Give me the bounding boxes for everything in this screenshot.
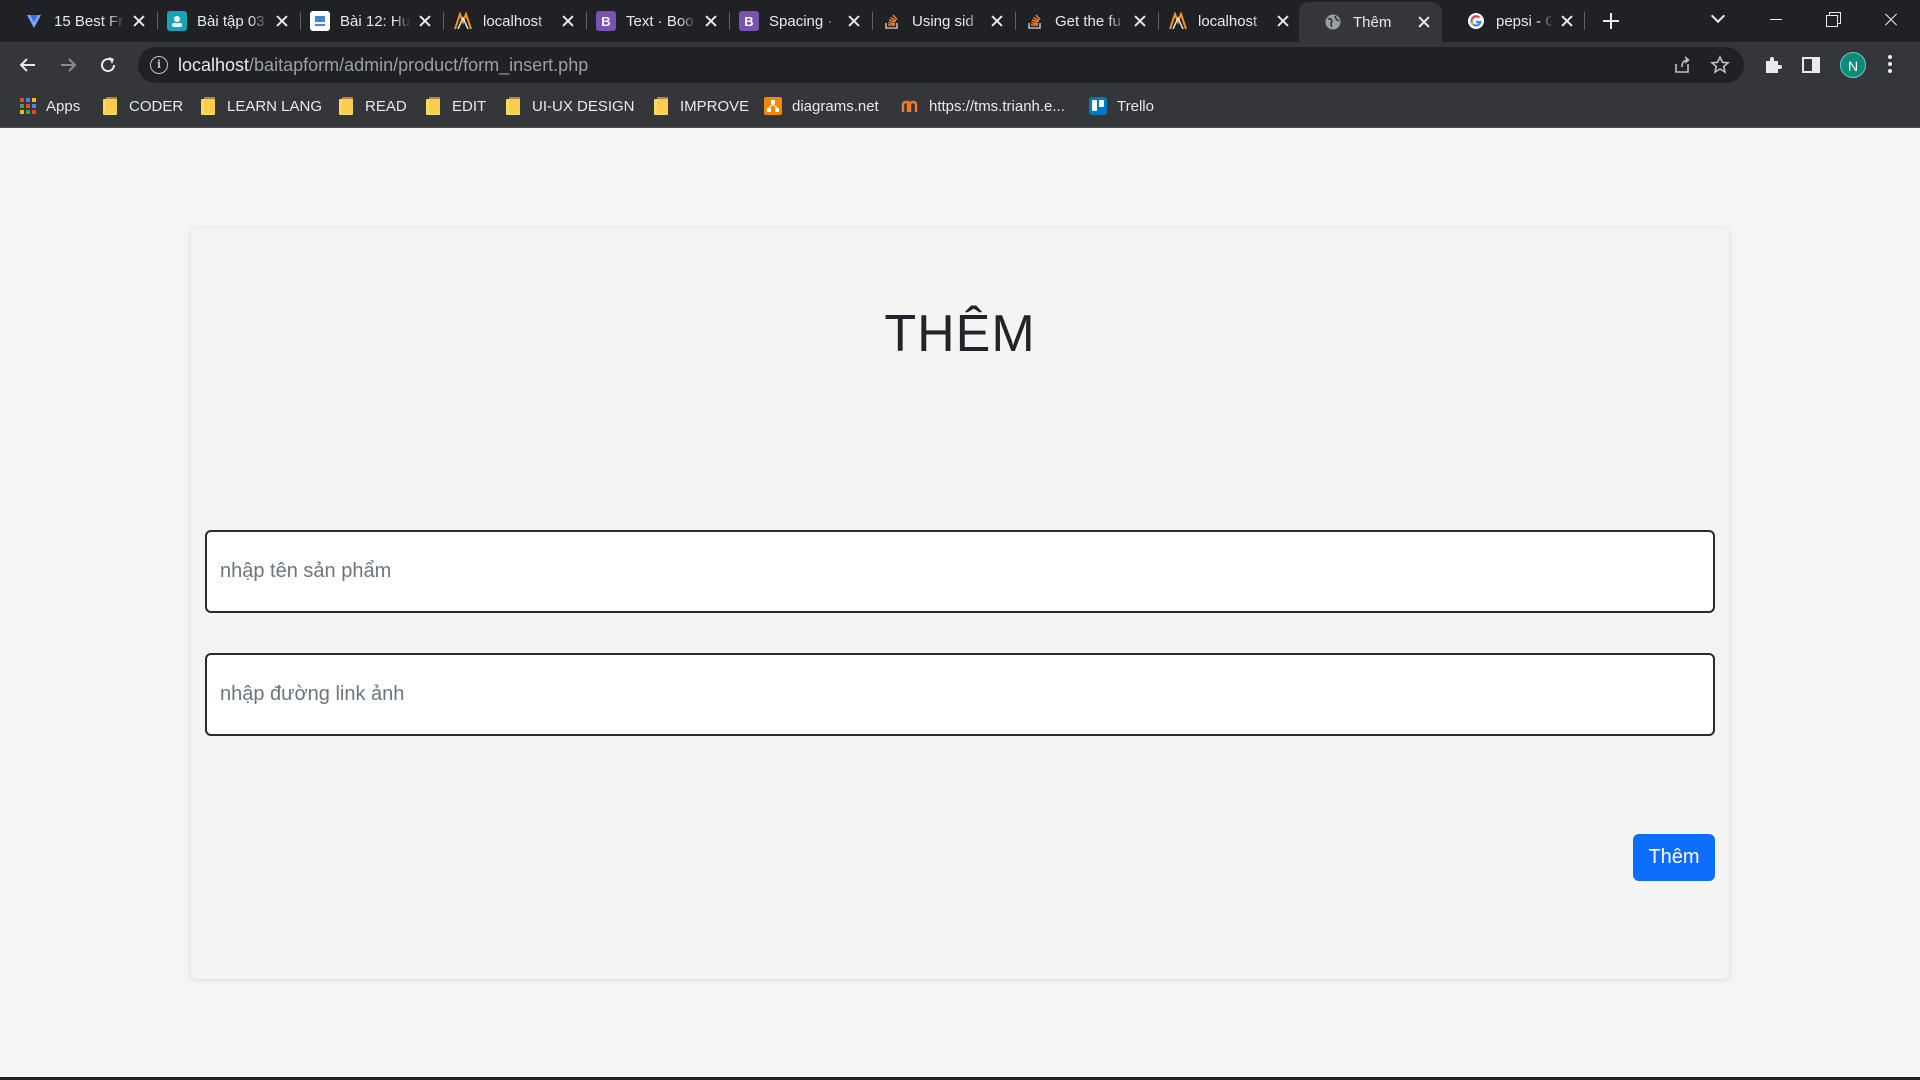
- url-host: localhost: [178, 55, 250, 75]
- minimize-button[interactable]: [1748, 0, 1804, 40]
- close-icon[interactable]: [1275, 13, 1291, 29]
- insert-product-form: THÊM Thêm: [191, 228, 1729, 979]
- folder-icon: [426, 97, 442, 115]
- apps-grid-icon: [20, 98, 36, 114]
- stackoverflow-icon: [1025, 11, 1045, 31]
- xampp-icon: [453, 11, 473, 31]
- tab-title: Spacing ·: [769, 12, 833, 30]
- tab-2[interactable]: Bài tập 03: [143, 0, 300, 42]
- bookmark-coder[interactable]: CODER: [103, 88, 183, 124]
- stackoverflow-icon: [882, 11, 902, 31]
- folder-icon: [506, 97, 522, 115]
- tab-1[interactable]: 15 Best Fr: [0, 0, 157, 42]
- new-tab-button[interactable]: [1598, 8, 1624, 34]
- tab-9[interactable]: localhost: [1144, 0, 1301, 42]
- tab-title: pepsi - G: [1496, 12, 1553, 30]
- bookmark-label: Trello: [1117, 97, 1154, 115]
- bookmark-label: CODER: [129, 97, 184, 115]
- vscode-blue-icon: [24, 11, 44, 31]
- globe-icon: [1323, 12, 1343, 32]
- tab-separator: [1584, 12, 1585, 30]
- page-title: THÊM: [884, 305, 1036, 363]
- tab-title: Using sid: [912, 12, 974, 30]
- site-icon: [901, 100, 918, 112]
- bookmark-label: EDIT: [452, 97, 487, 115]
- close-icon[interactable]: [1416, 14, 1432, 30]
- restore-button[interactable]: [1805, 0, 1861, 40]
- tab-title: localhost: [1198, 12, 1258, 30]
- bookmark-apps[interactable]: Apps: [20, 88, 80, 124]
- classroom-icon: [167, 11, 187, 31]
- bookmark-label: IMPROVE: [680, 97, 750, 115]
- bookmark-learn-lang[interactable]: LEARN LANG: [201, 88, 322, 124]
- tab-title: Bài tập 03: [197, 12, 265, 30]
- folder-icon: [103, 97, 119, 115]
- bookmark-label: Apps: [46, 97, 81, 115]
- arrow-left-icon: [19, 58, 35, 72]
- trello-icon: [1089, 97, 1107, 115]
- bookmark-read[interactable]: READ: [339, 88, 407, 124]
- tab-6[interactable]: B Spacing ·: [715, 0, 872, 42]
- tab-active-them[interactable]: Thêm: [1299, 2, 1442, 42]
- doc-icon: [310, 11, 330, 31]
- bookmark-edit[interactable]: EDIT: [426, 88, 486, 124]
- star-icon[interactable]: [1710, 55, 1730, 75]
- url-text[interactable]: localhost/baitapform/admin/product/form_…: [178, 55, 588, 76]
- url-path: /baitapform/admin/product/form_insert.ph…: [249, 55, 589, 75]
- bookmarks-bar: Apps CODER LEARN LANG READ EDIT UI-UX DE…: [0, 88, 1920, 128]
- tab-7[interactable]: Using sid: [858, 0, 1015, 42]
- address-bar[interactable]: i localhost/baitapform/admin/product/for…: [138, 47, 1744, 83]
- extensions-puzzle-icon[interactable]: [1762, 54, 1784, 76]
- back-button[interactable]: [12, 49, 44, 81]
- google-icon: [1466, 11, 1486, 31]
- image-link-input[interactable]: [205, 653, 1715, 736]
- tab-title: 15 Best Fr: [54, 12, 124, 30]
- bookmark-improve[interactable]: IMPROVE: [654, 88, 749, 124]
- bookmark-tms[interactable]: https://tms.trianh.e...: [901, 88, 1065, 124]
- tab-3[interactable]: Bài 12: Hư: [286, 0, 443, 42]
- bookmark-label: LEARN LANG: [227, 97, 323, 115]
- bootstrap-icon: B: [596, 11, 616, 31]
- bookmark-label: https://tms.trianh.e...: [929, 97, 1065, 115]
- folder-icon: [201, 97, 217, 115]
- bookmark-label: READ: [365, 97, 407, 115]
- tab-11[interactable]: pepsi - G: [1442, 0, 1585, 42]
- product-name-input[interactable]: [205, 530, 1715, 613]
- chevron-down-icon[interactable]: [1710, 10, 1726, 26]
- bookmark-ui-ux-design[interactable]: UI-UX DESIGN: [506, 88, 635, 124]
- side-panel-icon[interactable]: [1800, 54, 1822, 76]
- bookmark-trello[interactable]: Trello: [1089, 88, 1154, 124]
- tab-title: Thêm: [1353, 13, 1392, 31]
- submit-button[interactable]: Thêm: [1633, 834, 1715, 881]
- browser-toolbar: i localhost/baitapform/admin/product/for…: [0, 42, 1920, 88]
- bootstrap-icon: B: [739, 11, 759, 31]
- bookmark-label: diagrams.net: [792, 97, 879, 115]
- share-icon[interactable]: [1672, 55, 1692, 75]
- arrow-right-icon: [61, 58, 77, 72]
- bookmark-label: UI-UX DESIGN: [532, 97, 635, 115]
- info-icon[interactable]: i: [150, 56, 168, 74]
- profile-avatar[interactable]: N: [1840, 52, 1866, 78]
- menu-kebab-icon[interactable]: [1888, 55, 1892, 75]
- xampp-icon: [1168, 11, 1188, 31]
- tab-5[interactable]: B Text · Boo: [572, 0, 729, 42]
- forward-button[interactable]: [52, 49, 84, 81]
- tab-strip: 15 Best Fr Bài tập 03 Bài 12: Hư localho…: [0, 0, 1920, 42]
- tab-title: Get the fu: [1055, 12, 1121, 30]
- tab-title: Text · Boo: [626, 12, 694, 30]
- bookmark-diagrams[interactable]: diagrams.net: [764, 88, 879, 124]
- reload-icon: [101, 57, 116, 73]
- page-viewport: THÊM Thêm: [0, 128, 1920, 1080]
- tab-4[interactable]: localhost: [429, 0, 586, 42]
- folder-icon: [339, 97, 355, 115]
- drawio-icon: [764, 97, 782, 115]
- tab-title: localhost: [483, 12, 543, 30]
- window-close-button[interactable]: [1862, 0, 1918, 40]
- tab-8[interactable]: Get the fu: [1001, 0, 1158, 42]
- close-icon[interactable]: [1559, 13, 1575, 29]
- reload-button[interactable]: [92, 49, 124, 81]
- tab-title: Bài 12: Hư: [340, 12, 411, 30]
- folder-icon: [654, 97, 670, 115]
